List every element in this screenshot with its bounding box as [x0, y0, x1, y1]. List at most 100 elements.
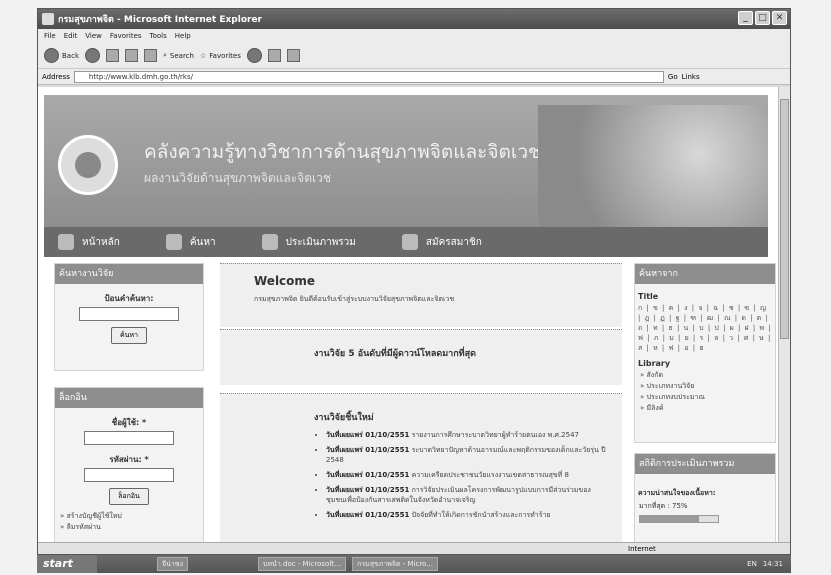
- links-button[interactable]: Links: [682, 73, 700, 81]
- forgot-password-link[interactable]: » ลืมรหัสผ่าน: [55, 522, 203, 533]
- address-bar: Address http://www.klb.dmh.go.th/rks/ Go…: [38, 69, 790, 85]
- search-label: ป้อนคำค้นหา:: [104, 294, 154, 303]
- internet-zone: Internet: [628, 545, 656, 553]
- clock: 14:31: [762, 560, 783, 568]
- stop-button[interactable]: [106, 49, 119, 62]
- menu-view[interactable]: View: [85, 32, 102, 40]
- library-heading: Library: [638, 359, 671, 368]
- banner-subtitle: ผลงานวิจัยด้านสุขภาพจิตและจิตเวช: [144, 171, 331, 185]
- stats-bar-fill: [640, 516, 699, 522]
- maximize-button[interactable]: □: [755, 11, 770, 25]
- toolbar: Back ⌕ Search ☆ Favorites: [38, 43, 790, 69]
- star-icon: ☆: [199, 51, 207, 60]
- nav-home[interactable]: หน้าหลัก: [58, 234, 120, 250]
- vertical-scrollbar[interactable]: [778, 87, 790, 542]
- list-item[interactable]: วันที่เผยแพร่ 01/10/2551 การวิจัยประเมิน…: [326, 485, 606, 505]
- menu-edit[interactable]: Edit: [64, 32, 78, 40]
- library-link[interactable]: » ประเภทงานวิจัย: [635, 381, 775, 392]
- stats-label: ความน่าสนใจของเนื้อหา:: [638, 489, 716, 497]
- browse-panel: ค้นหาจาก Title ก | ข | ค | ง | จ | ฉ | ช…: [634, 263, 776, 443]
- taskbar-item[interactable]: จีน่าซง: [157, 557, 188, 571]
- stats-bar: [639, 515, 719, 523]
- library-link[interactable]: » ประเภทงบประมาณ: [635, 392, 775, 403]
- back-button[interactable]: Back: [44, 48, 79, 63]
- search-panel-header: ค้นหางานวิจัย: [55, 264, 203, 284]
- browse-panel-header: ค้นหาจาก: [635, 264, 775, 284]
- nav-evaluate[interactable]: ประเมินภาพรวม: [261, 234, 356, 250]
- list-item[interactable]: วันที่เผยแพร่ 01/10/2551 ความเครียดประชา…: [326, 470, 606, 480]
- browser-window: กรมสุขภาพจิต - Microsoft Internet Explor…: [37, 8, 791, 555]
- stats-panel: สถิติการประเมินภาพรวม ความน่าสนใจของเนื้…: [634, 453, 776, 542]
- taskbar-item[interactable]: กรมสุขภาพจิต - Micro...: [352, 557, 438, 571]
- address-label: Address: [42, 72, 70, 81]
- menu-file[interactable]: File: [44, 32, 56, 40]
- welcome-text: กรมสุขภาพจิต ยินดีต้อนรับเข้าสู่ระบบงานว…: [254, 295, 455, 303]
- print-button[interactable]: [286, 49, 300, 62]
- create-account-link[interactable]: » สร้างบัญชีผู้ใช้ใหม่: [55, 511, 203, 522]
- back-arrow-icon: [44, 48, 59, 63]
- menu-bar: File Edit View Favorites Tools Help: [38, 29, 790, 43]
- menu-favorites[interactable]: Favorites: [110, 32, 142, 40]
- menu-help[interactable]: Help: [175, 32, 191, 40]
- stats-panel-header: สถิติการประเมินภาพรวม: [635, 454, 775, 474]
- alphabet-links[interactable]: ก | ข | ค | ง | จ | ฉ | ช | ซ | ญ | ฎ | …: [638, 303, 772, 353]
- search-icon: ⌕: [163, 51, 167, 59]
- language-indicator[interactable]: EN: [747, 560, 757, 568]
- title-bar: กรมสุขภาพจิต - Microsoft Internet Explor…: [38, 9, 790, 29]
- department-seal-logo: [58, 135, 118, 195]
- ie-icon: [42, 13, 54, 25]
- username-label: ชื่อผู้ใช้: *: [111, 418, 147, 427]
- login-panel: ล็อกอิน ชื่อผู้ใช้: * รหัสผ่าน: * ล็อกอิ…: [54, 387, 204, 542]
- login-panel-header: ล็อกอิน: [55, 388, 203, 408]
- top5-title: งานวิจัย 5 อันดับที่มีผู้ดาวน์โหลดมากที่…: [314, 349, 476, 359]
- newest-title: งานวิจัยชิ้นใหม่: [314, 413, 374, 423]
- list-item[interactable]: วันที่เผยแพร่ 01/10/2551 ปัจจัยที่ทำให้เ…: [326, 510, 606, 520]
- main-nav: หน้าหลัก ค้นหา ประเมินภาพรวม สมัครสมาชิก: [44, 227, 768, 257]
- title-heading: Title: [638, 292, 659, 301]
- login-button[interactable]: ล็อกอิน: [109, 488, 149, 505]
- window-title: กรมสุขภาพจิต - Microsoft Internet Explor…: [58, 15, 262, 25]
- close-button[interactable]: ✕: [772, 11, 787, 25]
- home-button[interactable]: [144, 49, 157, 62]
- stats-value: มากที่สุด : 75%: [639, 502, 688, 510]
- address-input[interactable]: http://www.klb.dmh.go.th/rks/: [73, 70, 664, 83]
- list-item[interactable]: วันที่เผยแพร่ 01/10/2551 ระบาดวิทยาปัญหา…: [326, 445, 606, 465]
- page-content: คลังความรู้ทางวิชาการด้านสุขภาพจิตและจิต…: [38, 87, 780, 542]
- refresh-button[interactable]: [125, 49, 138, 62]
- scroll-thumb[interactable]: [780, 99, 789, 339]
- nav-register[interactable]: สมัครสมาชิก: [401, 234, 482, 250]
- newest-section: งานวิจัยชิ้นใหม่ วันที่เผยแพร่ 01/10/255…: [220, 393, 622, 542]
- username-input[interactable]: [84, 431, 174, 445]
- book-icon: [261, 234, 278, 250]
- newest-list: วันที่เผยแพร่ 01/10/2551 รายงานการศึกษาร…: [326, 430, 606, 520]
- site-banner: คลังความรู้ทางวิชาการด้านสุขภาพจิตและจิต…: [44, 95, 768, 227]
- home-icon: [58, 234, 74, 250]
- menu-tools[interactable]: Tools: [150, 32, 167, 40]
- city-globe-image: [538, 105, 768, 227]
- history-button[interactable]: [246, 48, 262, 63]
- minimize-button[interactable]: _: [738, 11, 753, 25]
- status-bar: Internet: [38, 542, 790, 554]
- taskbar: start จีน่าซง บทนำ.doc - Microsoft... กร…: [37, 555, 791, 573]
- search-submit-button[interactable]: ค้นหา: [110, 327, 147, 344]
- favorites-button[interactable]: ☆ Favorites: [200, 52, 241, 60]
- taskbar-item[interactable]: บทนำ.doc - Microsoft...: [258, 557, 347, 571]
- search-input[interactable]: [79, 307, 179, 321]
- start-button[interactable]: start: [37, 555, 97, 573]
- banner-title: คลังความรู้ทางวิชาการด้านสุขภาพจิตและจิต…: [144, 141, 541, 163]
- password-label: รหัสผ่าน: *: [109, 455, 149, 464]
- forward-button[interactable]: [85, 48, 100, 63]
- keyboard-icon: [401, 234, 418, 250]
- go-button[interactable]: Go: [668, 73, 678, 81]
- library-link[interactable]: » สังกัด: [635, 370, 775, 381]
- mail-button[interactable]: [267, 49, 281, 62]
- search-icon: [165, 234, 182, 250]
- nav-search[interactable]: ค้นหา: [165, 234, 216, 250]
- search-panel: ค้นหางานวิจัย ป้อนคำค้นหา: ค้นหา: [54, 263, 204, 371]
- password-input[interactable]: [84, 468, 174, 482]
- list-item[interactable]: วันที่เผยแพร่ 01/10/2551 รายงานการศึกษาร…: [326, 430, 606, 440]
- top5-section: งานวิจัย 5 อันดับที่มีผู้ดาวน์โหลดมากที่…: [220, 329, 622, 385]
- library-link[interactable]: » มีลิงค์: [635, 403, 775, 414]
- welcome-section: Welcome กรมสุขภาพจิต ยินดีต้อนรับเข้าสู่…: [220, 263, 622, 327]
- search-button[interactable]: ⌕ Search: [163, 51, 194, 60]
